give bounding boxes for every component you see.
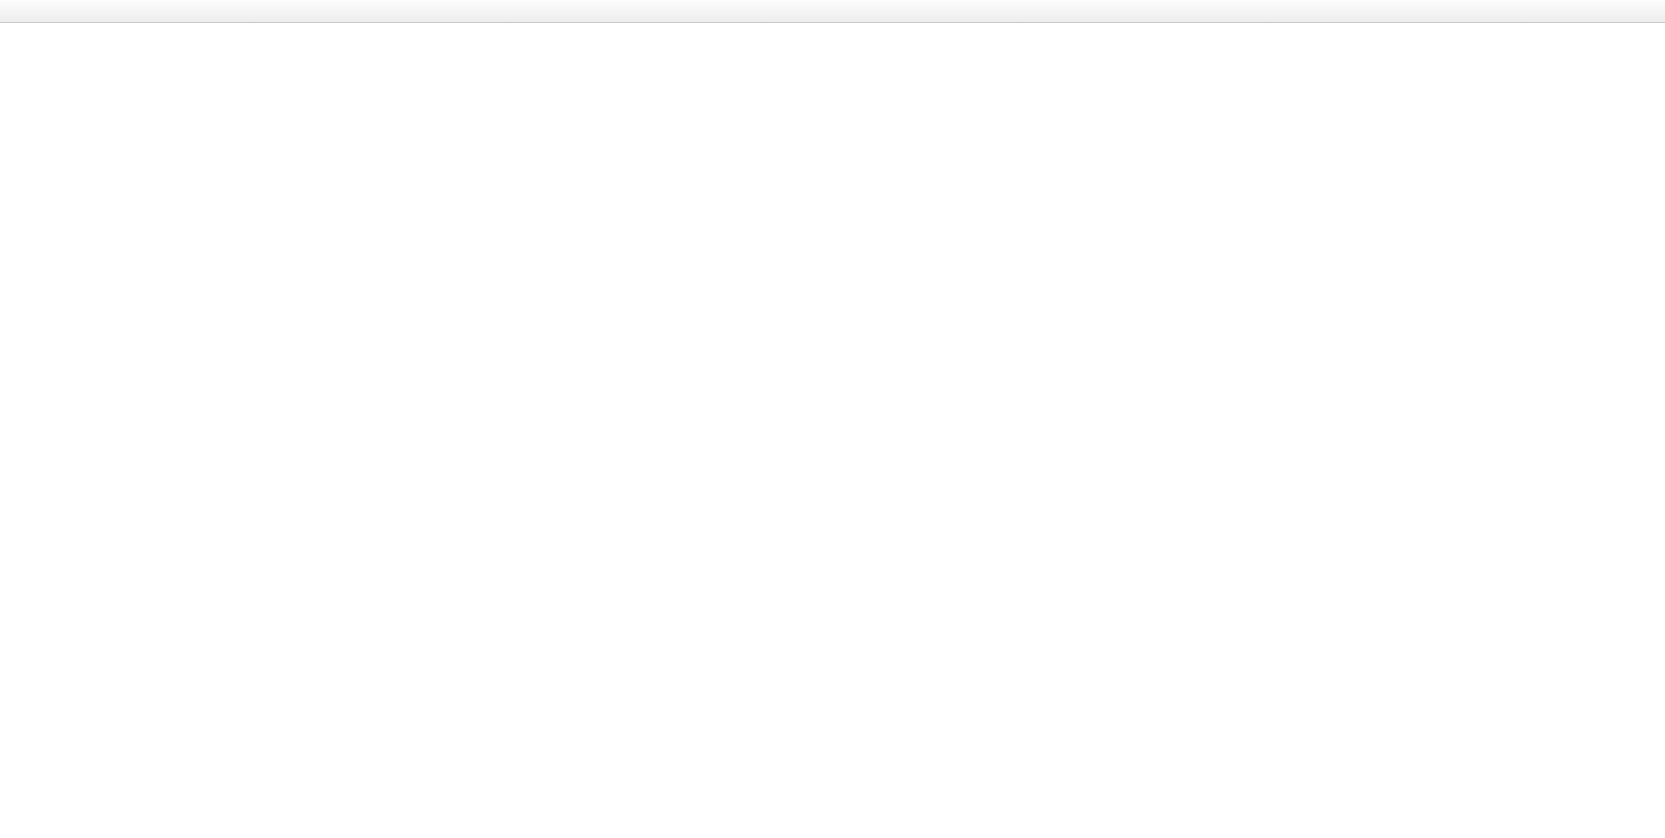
toolbar-right xyxy=(1655,0,1661,22)
toolbar-groups xyxy=(4,0,1655,22)
toolbar xyxy=(0,0,1665,23)
chart-canvas[interactable] xyxy=(0,24,1665,838)
mt4-window xyxy=(0,0,1665,838)
chart-window[interactable] xyxy=(0,24,1665,838)
